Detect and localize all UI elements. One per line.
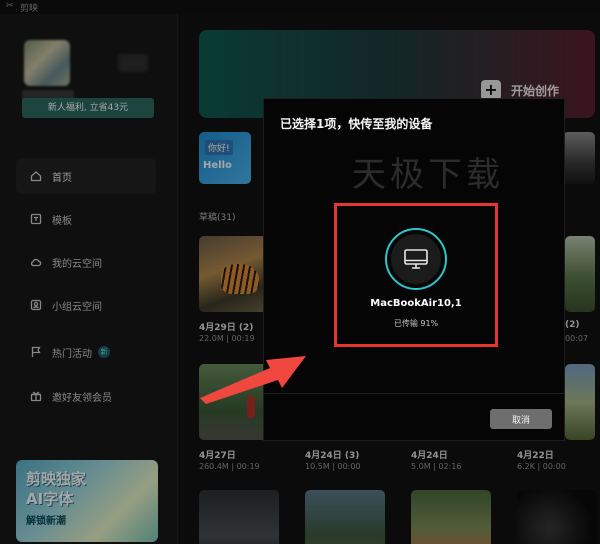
watermark: 天极下载 (352, 155, 504, 195)
transfer-progress-ring (385, 228, 447, 290)
monitor-icon (404, 249, 428, 269)
transfer-status: 已传输 91% (393, 319, 439, 328)
dialog-title: 已选择1项，快传至我的设备 (280, 117, 433, 131)
annotation-arrow-icon (200, 356, 306, 404)
device-card-highlighted[interactable]: MacBookAir10,1 已传输 91% (334, 203, 498, 347)
cancel-button[interactable]: 取消 (490, 409, 552, 429)
device-name: MacBookAir10,1 (370, 298, 462, 309)
